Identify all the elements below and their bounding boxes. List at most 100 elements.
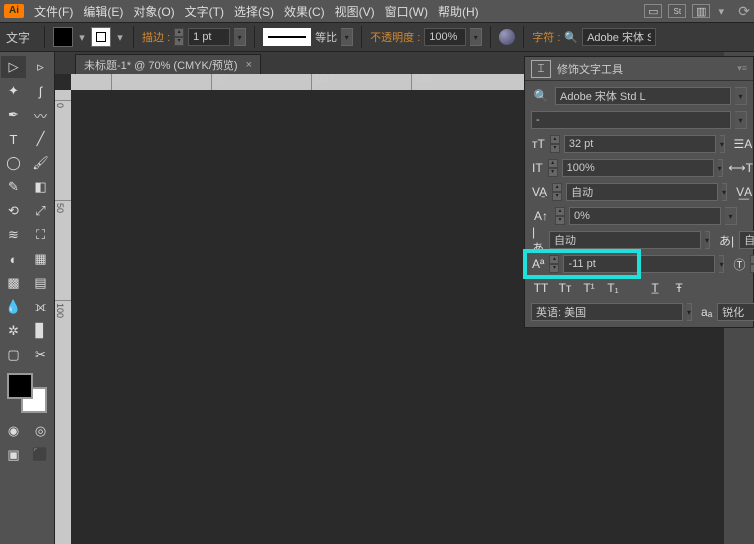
recolor-icon[interactable]	[499, 29, 515, 45]
kerning-dropdown[interactable]: ▾	[722, 183, 727, 201]
menu-type[interactable]: 文字(T)	[185, 3, 224, 20]
stroke-weight-dropdown[interactable]: ▾	[234, 28, 246, 46]
slice-tool[interactable]: ✂	[28, 344, 53, 366]
graph-tool[interactable]: ▊	[28, 320, 53, 342]
kerning-spinner[interactable]: ▴▾	[552, 183, 562, 201]
direct-selection-tool[interactable]: ▹	[28, 56, 53, 78]
vscale-input[interactable]	[562, 159, 714, 177]
arrange-icon[interactable]: ▥	[692, 4, 710, 18]
baseline-pct-input[interactable]	[569, 207, 721, 225]
mesh-tool[interactable]: ▩	[1, 272, 26, 294]
free-transform-tool[interactable]: ⛶	[28, 224, 53, 246]
strikethrough-icon[interactable]: Ŧ	[669, 279, 689, 297]
cloud-sync-icon[interactable]: ⟳	[738, 3, 750, 20]
paintbrush-tool[interactable]: 🖌	[28, 152, 53, 174]
char-label: 字符 :	[532, 29, 560, 45]
stock-icon[interactable]: St	[668, 4, 686, 18]
menu-help[interactable]: 帮助(H)	[438, 3, 479, 20]
stroke-menu[interactable]: ▾	[115, 31, 125, 44]
font-family-dropdown[interactable]: ▾	[735, 87, 747, 105]
menu-window[interactable]: 窗口(W)	[385, 3, 428, 20]
char-rotate-spinner[interactable]: ▴▾	[750, 255, 754, 273]
lasso-tool[interactable]: ʃ	[28, 80, 53, 102]
kerning-input[interactable]	[566, 183, 718, 201]
width-tool[interactable]: ≋	[1, 224, 26, 246]
opacity-input[interactable]	[424, 28, 466, 46]
menu-edit[interactable]: 编辑(E)	[83, 3, 123, 20]
baseline-pct-spinner[interactable]: ▴▾	[555, 207, 565, 225]
stroke-label: 描边 :	[142, 29, 170, 45]
auto-left-dropdown[interactable]: ▾	[705, 231, 710, 249]
baseline-shift-dropdown[interactable]: ▾	[719, 255, 724, 273]
symbol-sprayer-tool[interactable]: ✲	[1, 320, 26, 342]
font-family-input[interactable]	[555, 87, 731, 105]
menu-file[interactable]: 文件(F)	[34, 3, 73, 20]
subscript-icon[interactable]: T₁	[603, 279, 623, 297]
artboard-tool[interactable]: ▢	[1, 344, 26, 366]
line-tool[interactable]: ╱	[28, 128, 53, 150]
blend-tool[interactable]: ⟗	[28, 296, 53, 318]
fill-stroke-control[interactable]	[7, 373, 47, 413]
fill-swatch[interactable]	[53, 27, 73, 47]
antialias-input[interactable]	[717, 303, 754, 321]
pencil-tool[interactable]: ✎	[1, 176, 26, 198]
baseline-pct-dropdown[interactable]: ▾	[725, 207, 737, 225]
baseline-shift-input[interactable]	[563, 255, 715, 273]
auto-right-input[interactable]	[739, 231, 754, 249]
opacity-dropdown[interactable]: ▾	[470, 28, 482, 46]
baseline-shift-spinner[interactable]: ▴▾	[549, 255, 559, 273]
curvature-tool[interactable]: 〰	[28, 104, 53, 126]
selection-tool[interactable]: ▷	[1, 56, 26, 78]
auto-left-input[interactable]	[549, 231, 701, 249]
character-panel[interactable]: ⌶ 修饰文字工具 ▾≡ 🔍 ▾ ▾ тT ▴▾ ▾ ☰A ▴▾ ▾ IT ▴▾ …	[524, 56, 754, 328]
vscale-dropdown[interactable]: ▾	[718, 159, 723, 177]
menu-select[interactable]: 选择(S)	[234, 3, 274, 20]
stroke-weight-spinner[interactable]: ▴▾	[174, 28, 184, 46]
pen-tool[interactable]: ✒	[1, 104, 26, 126]
language-input[interactable]	[531, 303, 683, 321]
underline-icon[interactable]: T̲	[645, 279, 665, 297]
close-tab-icon[interactable]: ×	[246, 59, 252, 71]
baseline-shift-icon: Aª	[531, 255, 545, 273]
allcaps-icon[interactable]: TT	[531, 279, 551, 297]
font-size-dropdown[interactable]: ▾	[720, 135, 725, 153]
type-tool[interactable]: T	[1, 128, 26, 150]
font-style-dropdown[interactable]: ▾	[735, 111, 747, 129]
draw-behind-icon[interactable]: ◎	[28, 420, 53, 442]
antialias-icon: aₐ	[700, 303, 713, 321]
rotate-tool[interactable]: ⟲	[1, 200, 26, 222]
stroke-swatch[interactable]	[91, 27, 111, 47]
font-size-spinner[interactable]: ▴▾	[550, 135, 560, 153]
layout-icon[interactable]: ▭	[644, 4, 662, 18]
stroke-weight-input[interactable]	[188, 28, 230, 46]
menu-view[interactable]: 视图(V)	[335, 3, 375, 20]
vscale-spinner[interactable]: ▴▾	[548, 159, 558, 177]
font-style-input[interactable]	[531, 111, 731, 129]
font-search-input[interactable]	[582, 28, 656, 46]
stroke-profile-dropdown[interactable]: ▾	[341, 28, 353, 46]
perspective-tool[interactable]: ▦	[28, 248, 53, 270]
font-size-input[interactable]	[564, 135, 716, 153]
eraser-tool[interactable]: ◧	[28, 176, 53, 198]
change-screen-icon[interactable]: ⬛	[28, 444, 53, 466]
document-tab[interactable]: 未标题-1* @ 70% (CMYK/预览) ×	[75, 54, 261, 74]
gradient-tool[interactable]: ▤	[28, 272, 53, 294]
magic-wand-tool[interactable]: ✦	[1, 80, 26, 102]
menu-object[interactable]: 对象(O)	[133, 3, 174, 20]
menu-effect[interactable]: 效果(C)	[284, 3, 325, 20]
superscript-icon[interactable]: T¹	[579, 279, 599, 297]
fill-menu[interactable]: ▾	[77, 31, 87, 44]
workspace-menu[interactable]: ▾	[716, 5, 726, 18]
stroke-profile[interactable]	[263, 28, 311, 46]
menu-bar: Ai 文件(F) 编辑(E) 对象(O) 文字(T) 选择(S) 效果(C) 视…	[0, 0, 754, 22]
language-dropdown[interactable]: ▾	[687, 303, 692, 321]
scale-tool[interactable]: ⤢	[28, 200, 53, 222]
panel-menu-icon[interactable]: ▾≡	[737, 63, 747, 74]
screen-mode-icon[interactable]: ▣	[1, 444, 26, 466]
options-bar: 文字 ▾ ▾ 描边 : ▴▾ ▾ 等比 ▾ 不透明度 : ▾ 字符 : 🔍	[0, 22, 754, 52]
draw-normal-icon[interactable]: ◉	[1, 420, 26, 442]
eyedropper-tool[interactable]: 💧	[1, 296, 26, 318]
ellipse-tool[interactable]: ◯	[1, 152, 26, 174]
smallcaps-icon[interactable]: Tᴛ	[555, 279, 575, 297]
shape-builder-tool[interactable]: ◐	[1, 248, 26, 270]
